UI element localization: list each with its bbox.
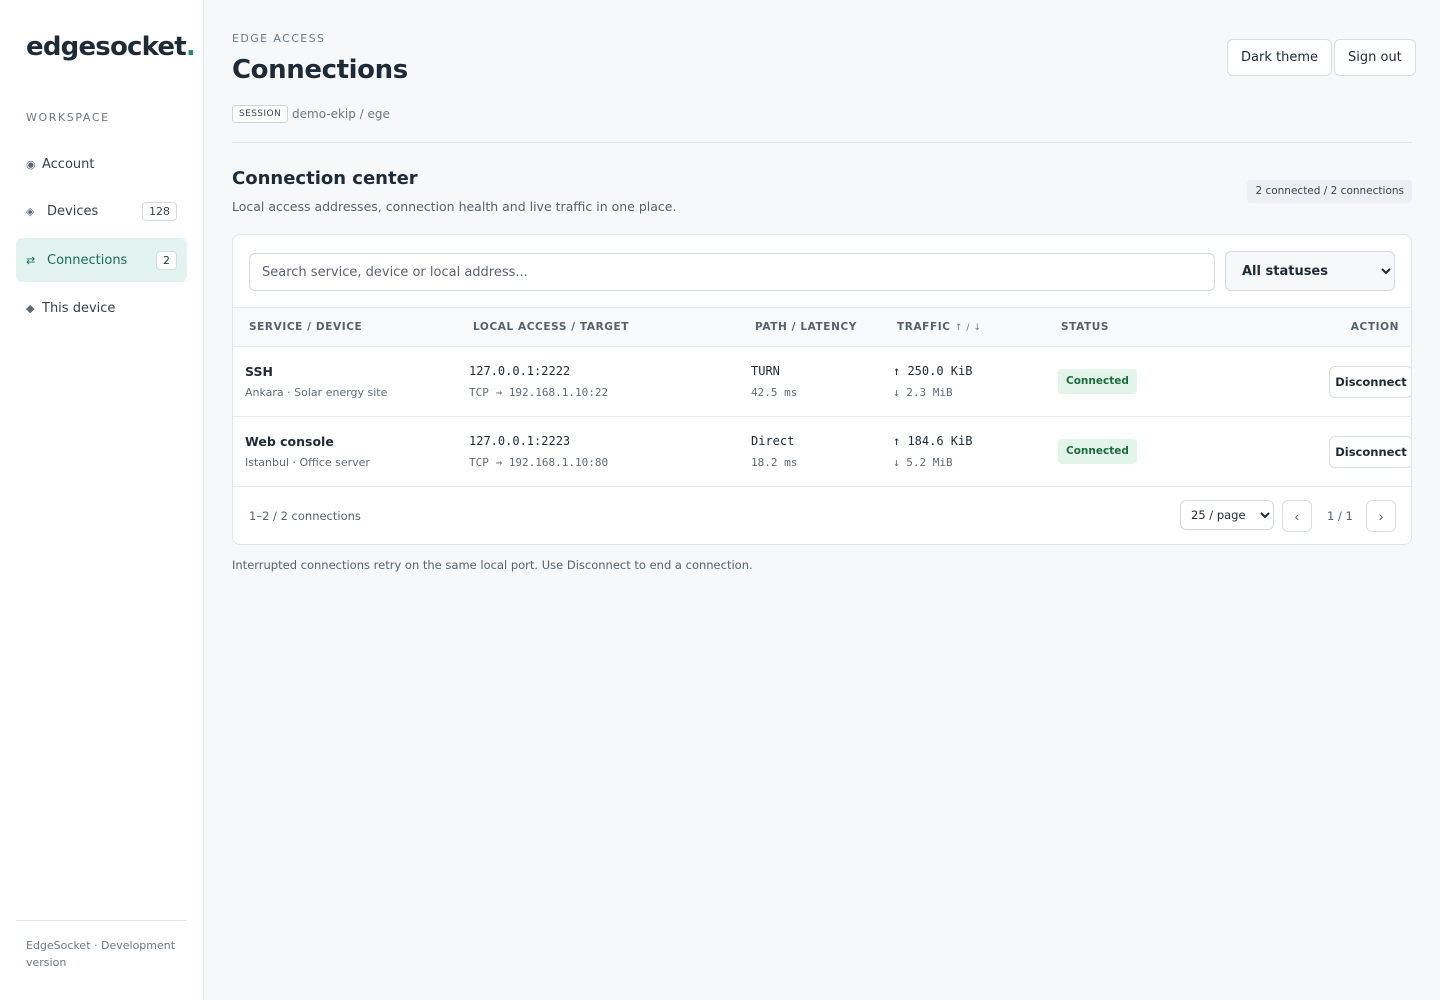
account-icon: ◉ bbox=[26, 157, 36, 171]
retry-note: Interrupted connections retry on the sam… bbox=[232, 558, 753, 572]
device-name: Istanbul · Office server bbox=[245, 456, 370, 469]
next-page-button[interactable]: › bbox=[1366, 500, 1396, 532]
table-row[interactable]: SSH Ankara · Solar energy site 127.0.0.1… bbox=[233, 347, 1411, 417]
col-status[interactable]: STATUS bbox=[1061, 321, 1109, 333]
traffic-up: ↑ 184.6 KiB bbox=[893, 434, 973, 448]
chevron-right-icon: › bbox=[1378, 508, 1384, 524]
this-device-icon: ◆ bbox=[26, 301, 35, 315]
table-row[interactable]: Web console Istanbul · Office server 127… bbox=[233, 417, 1411, 487]
target-address: TCP → 192.168.1.10:80 bbox=[469, 456, 609, 469]
connections-card: All statuses SERVICE / DEVICE LOCAL ACCE… bbox=[232, 234, 1412, 545]
dark-theme-button[interactable]: Dark theme bbox=[1227, 39, 1332, 76]
traffic-down: ↓ 5.2 MiB bbox=[893, 456, 953, 469]
pagination-count: 1–2 / 2 connections bbox=[249, 509, 361, 523]
path-type: Direct bbox=[751, 434, 795, 448]
path-type: TURN bbox=[751, 364, 780, 378]
connections-icon: ⇄ bbox=[26, 253, 36, 267]
disconnect-button[interactable]: Disconnect bbox=[1329, 436, 1411, 468]
status-filter-select[interactable]: All statuses bbox=[1225, 251, 1395, 291]
sidebar: edgesocket. WORKSPACE ◉ Account ◈ Device… bbox=[0, 0, 204, 1000]
col-local[interactable]: LOCAL ACCESS / TARGET bbox=[473, 321, 629, 333]
device-name: Ankara · Solar energy site bbox=[245, 386, 388, 399]
traffic-down: ↓ 2.3 MiB bbox=[893, 386, 953, 399]
local-address: 127.0.0.1:2223 bbox=[469, 434, 571, 448]
sidebar-item-label: This device bbox=[42, 300, 116, 316]
devices-count-badge: 128 bbox=[142, 201, 177, 221]
page-indicator: 1 / 1 bbox=[1327, 509, 1353, 523]
status-badge: Connected bbox=[1058, 369, 1137, 394]
chevron-left-icon: ‹ bbox=[1294, 508, 1300, 524]
section-title: Connection center bbox=[232, 168, 418, 189]
sidebar-item-account[interactable]: ◉ Account bbox=[16, 142, 187, 186]
col-path[interactable]: PATH / LATENCY bbox=[755, 321, 857, 333]
version-footer: EdgeSocket · Development version bbox=[26, 939, 176, 969]
col-traffic[interactable]: TRAFFIC ↑ / ↓ bbox=[897, 321, 982, 333]
traffic-up: ↑ 250.0 KiB bbox=[893, 364, 973, 378]
service-name: Web console bbox=[245, 434, 334, 449]
connections-count-badge: 2 bbox=[156, 250, 177, 270]
sidebar-item-connections[interactable]: ⇄ Connections 2 bbox=[16, 238, 187, 282]
prev-page-button[interactable]: ‹ bbox=[1282, 500, 1312, 532]
target-address: TCP → 192.168.1.10:22 bbox=[469, 386, 609, 399]
workspace-label: WORKSPACE bbox=[26, 111, 110, 124]
sidebar-divider bbox=[16, 920, 187, 921]
brand-logo[interactable]: edgesocket. bbox=[26, 32, 196, 62]
disconnect-button[interactable]: Disconnect bbox=[1329, 366, 1411, 398]
page-eyebrow: EDGE ACCESS bbox=[232, 32, 326, 45]
sidebar-item-label: Connections bbox=[47, 252, 128, 268]
status-badge: Connected bbox=[1058, 439, 1137, 464]
sidebar-item-this-device[interactable]: ◆ This device bbox=[16, 286, 187, 330]
devices-icon: ◈ bbox=[26, 204, 35, 218]
local-address: 127.0.0.1:2222 bbox=[469, 364, 571, 378]
latency: 18.2 ms bbox=[751, 456, 798, 469]
search-input[interactable] bbox=[249, 253, 1215, 291]
session-value: demo-ekip / ege bbox=[292, 107, 390, 121]
per-page-select[interactable]: 25 / page bbox=[1180, 500, 1274, 530]
service-name: SSH bbox=[245, 364, 273, 379]
latency: 42.5 ms bbox=[751, 386, 798, 399]
sidebar-item-label: Devices bbox=[47, 203, 99, 219]
col-action: ACTION bbox=[1350, 321, 1399, 333]
header-divider bbox=[232, 142, 1412, 143]
page-title: Connections bbox=[232, 55, 408, 85]
sign-out-button[interactable]: Sign out bbox=[1334, 39, 1416, 76]
session-tag: SESSION bbox=[232, 105, 289, 123]
sidebar-item-devices[interactable]: ◈ Devices 128 bbox=[16, 189, 187, 233]
connection-count-pill: 2 connected / 2 connections bbox=[1247, 180, 1412, 203]
sidebar-item-label: Account bbox=[42, 156, 95, 172]
section-subtitle: Local access addresses, connection healt… bbox=[232, 199, 677, 214]
sort-arrows-icon: ↑ / ↓ bbox=[954, 323, 982, 333]
table-header: SERVICE / DEVICE LOCAL ACCESS / TARGET P… bbox=[233, 307, 1411, 347]
col-service[interactable]: SERVICE / DEVICE bbox=[249, 321, 362, 333]
